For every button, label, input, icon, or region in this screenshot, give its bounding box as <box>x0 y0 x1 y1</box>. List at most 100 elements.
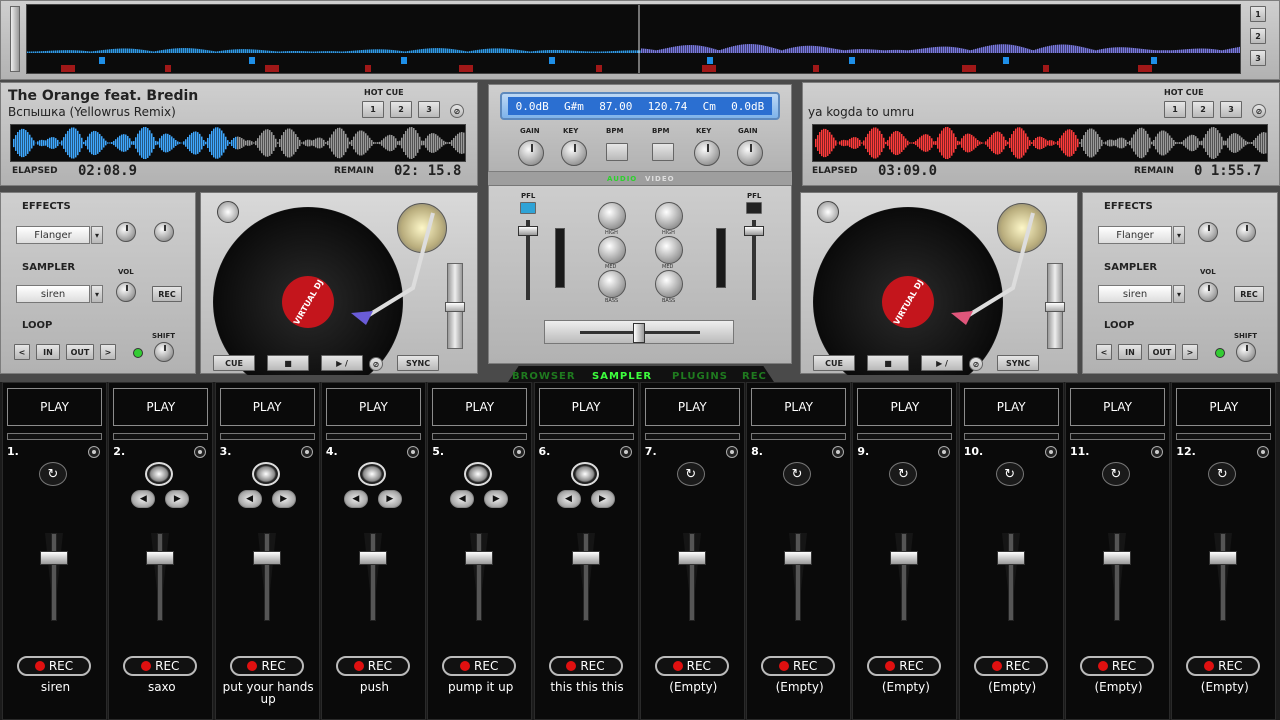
right-eq-bass-knob[interactable] <box>655 270 683 298</box>
left-start-stop-icon[interactable] <box>217 201 239 223</box>
sampler-next-icon[interactable]: ▶ <box>165 490 190 508</box>
overview-zoom-button-2[interactable]: 2 <box>1250 28 1266 44</box>
left-loop-button-1[interactable]: < <box>14 344 30 360</box>
sampler-volume-fader[interactable] <box>145 533 175 621</box>
left-pitch-slider[interactable] <box>445 263 465 349</box>
left-hot-cue-3-button[interactable]: 3 <box>418 101 440 118</box>
left-play-button[interactable]: ▶ / <box>321 355 363 371</box>
left-deck-waveform[interactable] <box>10 124 466 162</box>
tab-browser[interactable]: BROWSER <box>512 371 576 382</box>
right-hot-cue-2-button[interactable]: 2 <box>1192 101 1214 118</box>
left-stop-button[interactable]: ■ <box>267 355 309 371</box>
left-eq-high-knob[interactable] <box>598 202 626 230</box>
sampler-volume-fader[interactable] <box>358 533 388 621</box>
sampler-volume-fader[interactable] <box>39 533 69 621</box>
sampler-rec-button[interactable]: REC <box>335 656 410 676</box>
right-loop-button-2[interactable]: IN <box>1118 344 1142 360</box>
sampler-play-button[interactable]: PLAY <box>1176 388 1272 426</box>
sampler-output-icon[interactable] <box>938 446 951 458</box>
left-effect-param1-knob[interactable] <box>116 222 136 242</box>
sampler-output-icon[interactable] <box>619 446 632 458</box>
left-effect-param2-knob[interactable] <box>154 222 174 242</box>
right-sample-dropdown-icon[interactable]: ▾ <box>1173 285 1185 303</box>
left-sampler-vol-knob[interactable] <box>116 282 136 302</box>
left-loop-button-2[interactable]: IN <box>36 344 60 360</box>
sampler-loop-icon[interactable]: ↻ <box>676 462 705 486</box>
sampler-prev-icon[interactable]: ◀ <box>343 490 368 508</box>
right-loop-button-3[interactable]: OUT <box>1148 344 1176 360</box>
right-sync-button[interactable]: SYNC <box>997 355 1039 371</box>
sampler-play-button[interactable]: PLAY <box>113 388 209 426</box>
right-gain-knob[interactable] <box>737 140 763 166</box>
sampler-volume-fader[interactable] <box>889 533 919 621</box>
sampler-next-icon[interactable]: ▶ <box>271 490 296 508</box>
sampler-rec-button[interactable]: REC <box>548 656 623 676</box>
sampler-volume-fader[interactable] <box>252 533 282 621</box>
right-bpm-button[interactable] <box>652 143 674 161</box>
tab-plugins[interactable]: PLUGINS <box>672 371 728 382</box>
sampler-rec-button[interactable]: REC <box>123 656 198 676</box>
right-effect-dropdown-icon[interactable]: ▾ <box>1173 226 1185 244</box>
mixer-tab-audio[interactable]: AUDIO <box>607 175 637 183</box>
sampler-play-button[interactable]: PLAY <box>857 388 953 426</box>
sampler-volume-fader[interactable] <box>1102 533 1132 621</box>
left-eq-bass-knob[interactable] <box>598 270 626 298</box>
right-cue-button[interactable]: CUE <box>813 355 855 371</box>
sampler-output-icon[interactable] <box>1044 446 1057 458</box>
left-effect-select[interactable]: Flanger <box>16 226 90 244</box>
sampler-loop-icon[interactable]: ↻ <box>1208 462 1237 486</box>
sampler-loop-icon[interactable]: ↻ <box>889 462 918 486</box>
left-eq-med-knob[interactable] <box>598 236 626 264</box>
sampler-rec-button[interactable]: REC <box>1186 656 1261 676</box>
sampler-play-button[interactable]: PLAY <box>432 388 528 426</box>
overview-zoom-button-3[interactable]: 3 <box>1250 50 1266 66</box>
left-channel-fader[interactable] <box>518 220 538 300</box>
right-key-knob[interactable] <box>694 140 720 166</box>
sampler-play-button[interactable]: PLAY <box>7 388 102 426</box>
sampler-rec-button[interactable]: REC <box>973 656 1048 676</box>
sampler-rec-button[interactable]: REC <box>17 656 91 676</box>
left-effect-dropdown-icon[interactable]: ▾ <box>91 226 103 244</box>
sampler-rec-button[interactable]: REC <box>229 656 304 676</box>
left-gain-knob[interactable] <box>518 140 544 166</box>
sampler-prev-icon[interactable]: ◀ <box>450 490 475 508</box>
sampler-play-button[interactable]: PLAY <box>538 388 634 426</box>
sampler-play-button[interactable]: PLAY <box>751 388 847 426</box>
right-sampler-rec-button[interactable]: REC <box>1234 286 1264 302</box>
sampler-play-button[interactable]: PLAY <box>325 388 421 426</box>
right-eq-med-knob[interactable] <box>655 236 683 264</box>
right-deck-waveform[interactable] <box>812 124 1268 162</box>
left-loop-button-3[interactable]: OUT <box>66 344 94 360</box>
sampler-output-icon[interactable] <box>300 446 313 458</box>
sampler-prev-icon[interactable]: ◀ <box>237 490 262 508</box>
sampler-rec-button[interactable]: REC <box>654 656 729 676</box>
right-effect-select[interactable]: Flanger <box>1098 226 1172 244</box>
tab-sampler[interactable]: SAMPLER <box>592 371 652 382</box>
right-loop-button-1[interactable]: < <box>1096 344 1112 360</box>
right-play-button[interactable]: ▶ / <box>921 355 963 371</box>
sampler-play-button[interactable]: PLAY <box>644 388 740 426</box>
right-hot-cue-1-button[interactable]: 1 <box>1164 101 1186 118</box>
sampler-loop-icon[interactable] <box>570 462 599 486</box>
sampler-rec-button[interactable]: REC <box>1080 656 1154 676</box>
sampler-loop-icon[interactable]: ↻ <box>39 462 67 486</box>
sampler-output-icon[interactable] <box>832 446 845 458</box>
sampler-output-icon[interactable] <box>513 446 526 458</box>
sampler-volume-fader[interactable] <box>1208 533 1238 621</box>
left-hot-cue-clear-icon[interactable]: ⊘ <box>450 104 464 118</box>
left-hot-cue-1-button[interactable]: 1 <box>362 101 384 118</box>
left-loop-button-4[interactable]: > <box>100 344 116 360</box>
sampler-output-icon[interactable] <box>725 446 738 458</box>
sampler-loop-icon[interactable]: ↻ <box>783 462 812 486</box>
sampler-loop-icon[interactable]: ↻ <box>1102 462 1130 486</box>
left-pfl-button[interactable] <box>520 202 536 214</box>
mixer-tab-video[interactable]: VIDEO <box>645 175 675 183</box>
left-shift-knob[interactable] <box>154 342 174 362</box>
left-sampler-rec-button[interactable]: REC <box>152 286 182 302</box>
sampler-volume-fader[interactable] <box>677 533 707 621</box>
sampler-prev-icon[interactable]: ◀ <box>131 490 156 508</box>
sampler-volume-fader[interactable] <box>464 533 494 621</box>
left-hot-cue-2-button[interactable]: 2 <box>390 101 412 118</box>
sampler-rec-button[interactable]: REC <box>442 656 517 676</box>
sampler-loop-icon[interactable] <box>464 462 493 486</box>
